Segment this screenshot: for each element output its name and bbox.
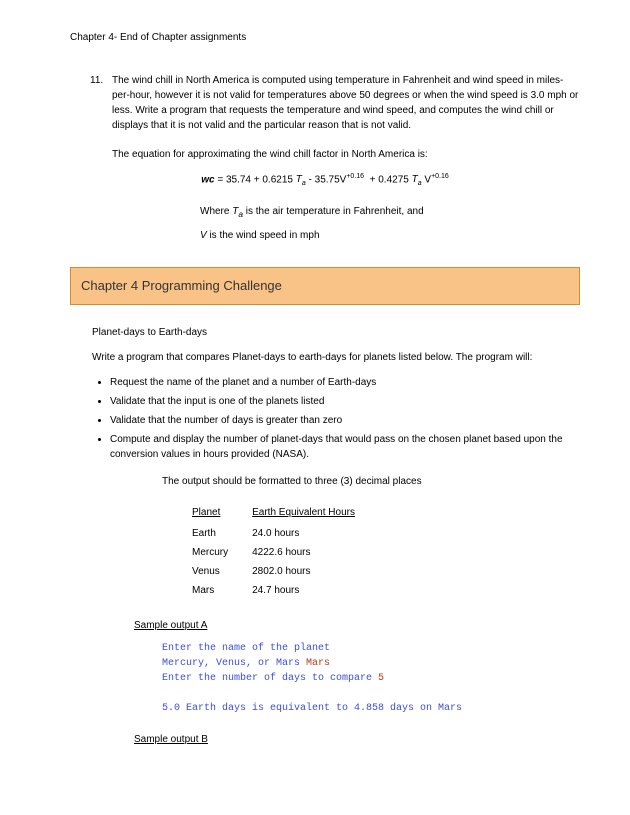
where-post: is the air temperature in Fahrenheit, an… <box>243 206 424 217</box>
wind-chill-equation: wc = 35.74 + 0.6215 Ta - 35.75V+0.16 + 0… <box>70 172 580 190</box>
table-row: Mercury4222.6 hours <box>192 543 379 562</box>
requirements-list: Request the name of the planet and a num… <box>92 375 580 462</box>
list-item: Compute and display the number of planet… <box>110 432 580 462</box>
challenge-banner: Chapter 4 Programming Challenge <box>70 267 580 305</box>
where2-post: is the wind speed in mph <box>207 230 320 241</box>
planet-intro: Write a program that compares Planet-day… <box>92 350 580 365</box>
question-11: 11. The wind chill in North America is c… <box>90 73 580 133</box>
table-row: Earth24.0 hours <box>192 524 379 543</box>
where-line-2: V is the wind speed in mph <box>200 228 580 243</box>
list-item: Validate that the number of days is grea… <box>110 413 580 428</box>
v-symbol: V <box>200 230 207 241</box>
list-item: Request the name of the planet and a num… <box>110 375 580 390</box>
sample-b-header: Sample output B <box>134 732 580 747</box>
col-hours: Earth Equivalent Hours <box>252 503 379 524</box>
list-item: Validate that the input is one of the pl… <box>110 394 580 409</box>
planet-title: Planet-days to Earth-days <box>92 325 580 340</box>
question-body: The wind chill in North America is compu… <box>112 73 580 133</box>
planet-table: Planet Earth Equivalent Hours Earth24.0 … <box>192 503 580 600</box>
where-line-1: Where Ta is the air temperature in Fahre… <box>200 204 580 220</box>
table-row: Mars24.7 hours <box>192 581 379 600</box>
where-pre: Where <box>200 206 232 217</box>
output-format-note: The output should be formatted to three … <box>162 474 580 489</box>
planet-section: Planet-days to Earth-days Write a progra… <box>92 325 580 747</box>
table-row: Venus2802.0 hours <box>192 562 379 581</box>
question-number: 11. <box>90 73 112 133</box>
col-planet: Planet <box>192 503 252 524</box>
page-header: Chapter 4- End of Chapter assignments <box>70 30 580 45</box>
sample-a-console: Enter the name of the planet Mercury, Ve… <box>162 641 580 716</box>
equation-intro: The equation for approximating the wind … <box>112 147 580 162</box>
sample-a-header: Sample output A <box>134 618 580 633</box>
